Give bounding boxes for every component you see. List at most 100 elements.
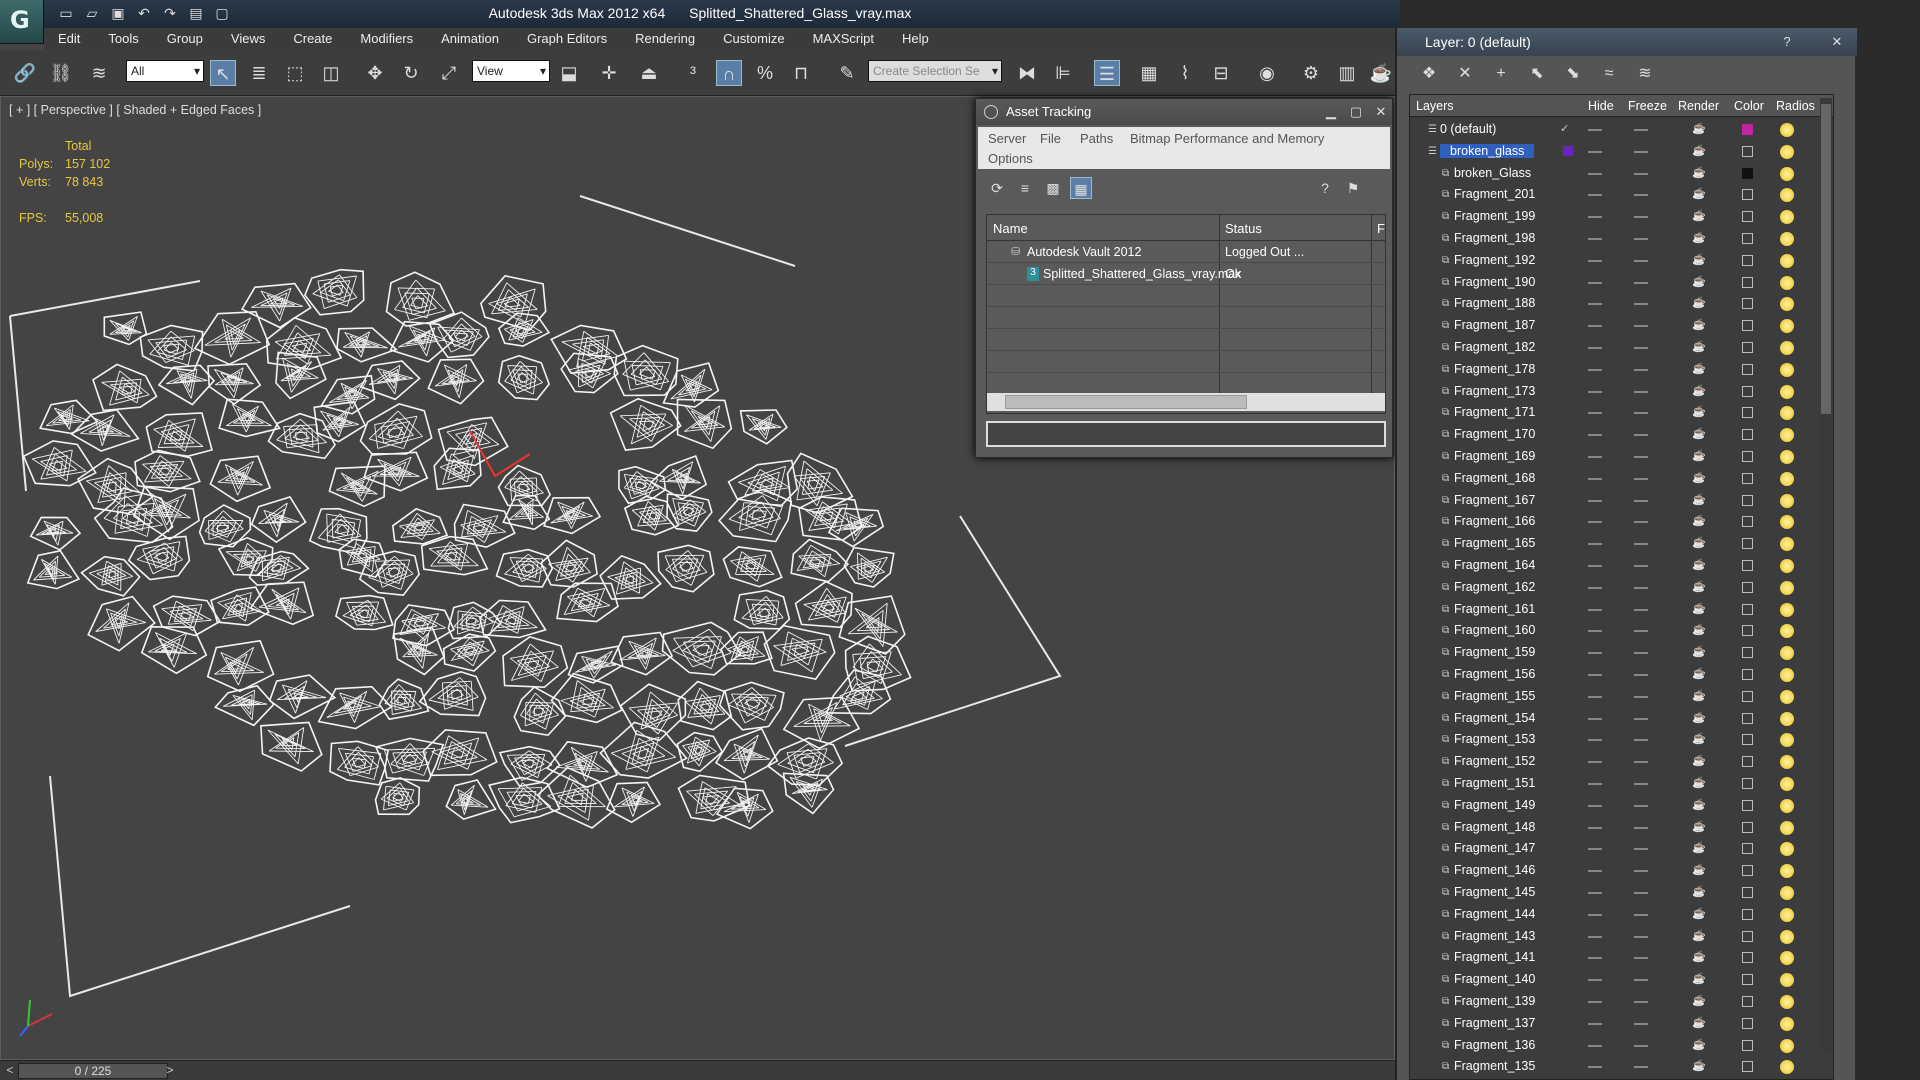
layer-color-swatch[interactable] xyxy=(1742,233,1753,244)
freeze-toggle[interactable] xyxy=(1634,804,1648,807)
hide-toggle[interactable] xyxy=(1588,172,1602,175)
freeze-toggle[interactable] xyxy=(1634,739,1648,742)
select-manipulate-icon[interactable]: ✛ xyxy=(596,60,622,86)
hide-toggle[interactable] xyxy=(1588,347,1602,349)
render-teapot-icon[interactable]: ☕ xyxy=(1692,756,1706,767)
radiosity-bulb-icon[interactable] xyxy=(1780,886,1794,900)
layer-panel-titlebar[interactable]: Layer: 0 (default) ? ✕ xyxy=(1397,28,1857,56)
radiosity-bulb-icon[interactable] xyxy=(1780,755,1794,770)
minimize-icon[interactable]: ▁ xyxy=(1321,103,1341,121)
table-view-icon[interactable]: ▦ xyxy=(1070,177,1092,199)
layer-row[interactable]: ⧉ Fragment_161 ☕ xyxy=(1410,599,1830,621)
rotate-icon[interactable]: ↻ xyxy=(398,60,424,86)
freeze-toggle[interactable] xyxy=(1634,347,1648,349)
hide-toggle[interactable] xyxy=(1588,979,1602,982)
radiosity-bulb-icon[interactable] xyxy=(1780,406,1794,421)
radiosity-bulb-icon[interactable] xyxy=(1780,777,1794,791)
freeze-toggle[interactable] xyxy=(1634,172,1648,175)
maximize-icon[interactable]: ▢ xyxy=(1346,103,1366,121)
create-layer-icon[interactable]: ❖ xyxy=(1417,62,1441,86)
menu-item[interactable]: Rendering xyxy=(621,28,709,50)
column-freeze[interactable]: Freeze xyxy=(1628,99,1667,113)
column-render[interactable]: Render xyxy=(1678,99,1719,113)
app-logo-button[interactable]: G xyxy=(0,0,44,44)
freeze-toggle[interactable] xyxy=(1634,565,1648,567)
render-teapot-icon[interactable]: ☕ xyxy=(1692,603,1706,615)
layer-row[interactable]: ⧉ Fragment_155 ☕ xyxy=(1410,686,1830,708)
hide-toggle[interactable] xyxy=(1588,325,1602,328)
hide-toggle[interactable] xyxy=(1588,543,1602,546)
thumbnail-view-icon[interactable]: ▩ xyxy=(1042,177,1064,199)
layer-row[interactable]: ⧉ Fragment_137 ☕ xyxy=(1410,1013,1830,1035)
hide-toggle[interactable] xyxy=(1588,1022,1602,1025)
render-teapot-icon[interactable]: ☕ xyxy=(1692,167,1706,179)
layer-color-swatch[interactable] xyxy=(1742,581,1753,593)
select-objects-icon[interactable]: ⬉ xyxy=(1525,62,1549,86)
render-teapot-icon[interactable]: ☕ xyxy=(1692,647,1706,658)
layer-row[interactable]: ⧉ Fragment_153 ☕ xyxy=(1410,729,1830,751)
radiosity-bulb-icon[interactable] xyxy=(1780,842,1794,857)
radiosity-bulb-icon[interactable] xyxy=(1780,188,1794,203)
radiosity-bulb-icon[interactable] xyxy=(1780,471,1794,486)
hide-toggle[interactable] xyxy=(1588,739,1602,742)
radiosity-bulb-icon[interactable] xyxy=(1780,1038,1794,1053)
hide-toggle[interactable] xyxy=(1588,499,1602,502)
freeze-toggle[interactable] xyxy=(1634,695,1648,698)
hide-toggle[interactable] xyxy=(1588,456,1602,458)
hide-all-layers-icon[interactable]: ≈ xyxy=(1597,62,1621,86)
freeze-toggle[interactable] xyxy=(1634,238,1648,240)
layer-color-swatch[interactable] xyxy=(1742,560,1753,571)
layer-color-swatch[interactable] xyxy=(1742,342,1753,353)
menu-bitmap-performance[interactable]: Bitmap Performance and Memory xyxy=(1130,131,1324,146)
layer-color-swatch[interactable] xyxy=(1742,189,1753,201)
render-teapot-icon[interactable]: ☕ xyxy=(1692,669,1706,680)
layer-row[interactable]: ☰ broken_glass ☕ xyxy=(1410,141,1830,163)
layer-color-swatch[interactable] xyxy=(1742,887,1753,898)
layer-color-swatch[interactable] xyxy=(1742,124,1753,135)
layer-color-swatch[interactable] xyxy=(1742,734,1753,746)
render-teapot-icon[interactable]: ☕ xyxy=(1692,472,1706,484)
table-row[interactable]: ⛁ Autodesk Vault 2012 Logged Out ... xyxy=(987,241,1385,263)
curve-editor-icon[interactable]: ⌇ xyxy=(1172,60,1198,86)
layer-row[interactable]: ⧉ Fragment_141 ☕ xyxy=(1410,947,1830,969)
freeze-all-layers-icon[interactable]: ≋ xyxy=(1633,62,1657,86)
render-teapot-icon[interactable]: ☕ xyxy=(1692,581,1706,593)
render-teapot-icon[interactable]: ☕ xyxy=(1692,385,1706,397)
percent-snap-icon[interactable]: % xyxy=(752,60,778,86)
selection-filter-dropdown[interactable]: All xyxy=(126,60,204,82)
hide-toggle[interactable] xyxy=(1588,630,1602,633)
layer-row[interactable]: ⧉ Fragment_198 ☕ xyxy=(1410,228,1830,250)
set-current-icon[interactable] xyxy=(1563,145,1573,156)
freeze-toggle[interactable] xyxy=(1634,652,1648,655)
radiosity-bulb-icon[interactable] xyxy=(1780,537,1794,552)
window-crossing-icon[interactable]: ◫ xyxy=(318,60,344,86)
freeze-toggle[interactable] xyxy=(1634,1066,1648,1069)
layer-color-swatch[interactable] xyxy=(1742,908,1753,920)
radiosity-bulb-icon[interactable] xyxy=(1780,1016,1794,1031)
hide-toggle[interactable] xyxy=(1588,870,1602,873)
layer-row[interactable]: ⧉ Fragment_154 ☕ xyxy=(1410,708,1830,730)
hide-toggle[interactable] xyxy=(1588,957,1602,960)
radiosity-bulb-icon[interactable] xyxy=(1780,646,1794,661)
hide-toggle[interactable] xyxy=(1588,674,1602,676)
render-teapot-icon[interactable]: ☕ xyxy=(1692,538,1706,549)
layer-color-swatch[interactable] xyxy=(1742,1039,1753,1051)
layer-row[interactable]: ⧉ Fragment_135 ☕ xyxy=(1410,1056,1830,1078)
freeze-toggle[interactable] xyxy=(1634,325,1648,328)
layer-color-swatch[interactable] xyxy=(1742,1061,1753,1073)
material-editor-icon[interactable]: ◉ xyxy=(1254,60,1280,86)
layer-row[interactable]: ⧉ Fragment_145 ☕ xyxy=(1410,882,1830,904)
render-teapot-icon[interactable]: ☕ xyxy=(1692,865,1706,876)
freeze-toggle[interactable] xyxy=(1634,1001,1648,1003)
layer-row[interactable]: ⧉ Fragment_173 ☕ xyxy=(1410,381,1830,403)
freeze-toggle[interactable] xyxy=(1634,979,1648,982)
layer-row[interactable]: ⧉ Fragment_136 ☕ xyxy=(1410,1035,1830,1057)
hide-toggle[interactable] xyxy=(1588,695,1602,698)
freeze-toggle[interactable] xyxy=(1634,259,1648,262)
render-teapot-icon[interactable]: ☕ xyxy=(1692,930,1706,942)
hide-toggle[interactable] xyxy=(1588,935,1602,938)
menu-item[interactable]: Group xyxy=(153,28,217,50)
render-teapot-icon[interactable]: ☕ xyxy=(1692,974,1706,985)
menu-item[interactable]: Modifiers xyxy=(346,28,427,50)
layer-row[interactable]: ⧉ Fragment_160 ☕ xyxy=(1410,620,1830,642)
